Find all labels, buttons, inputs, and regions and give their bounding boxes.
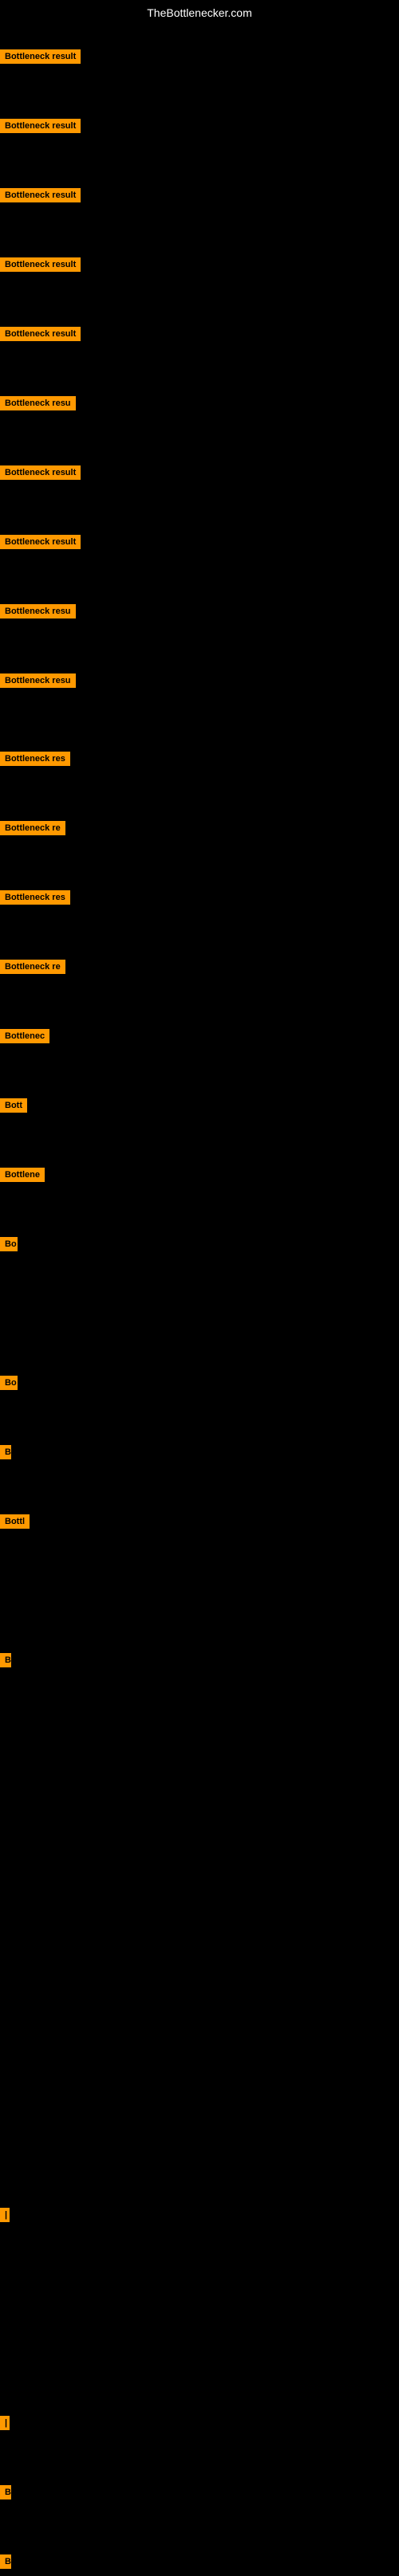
bottleneck-badge: B bbox=[0, 1653, 11, 1667]
bottleneck-badge: Bottleneck result bbox=[0, 327, 81, 341]
bottleneck-badge: Bo bbox=[0, 1376, 18, 1390]
bottleneck-badge: Bottleneck res bbox=[0, 752, 70, 766]
bottleneck-badge: Bottleneck result bbox=[0, 188, 81, 202]
bottleneck-badge: Bottleneck resu bbox=[0, 396, 76, 410]
bottleneck-badge: Bottleneck result bbox=[0, 535, 81, 549]
bottleneck-badge: Bottleneck resu bbox=[0, 604, 76, 618]
bottleneck-badge: Bottlene bbox=[0, 1168, 45, 1182]
bottleneck-badge: Bottleneck result bbox=[0, 257, 81, 272]
bottleneck-badge: Bottleneck result bbox=[0, 119, 81, 133]
bottleneck-badge: Bottleneck res bbox=[0, 890, 70, 905]
bottleneck-badge: Bottleneck result bbox=[0, 465, 81, 480]
bottleneck-badge: Bottleneck result bbox=[0, 49, 81, 64]
bottleneck-badge: Bottlenec bbox=[0, 1029, 49, 1043]
bottleneck-badge: B bbox=[0, 2554, 11, 2569]
bottleneck-badge: Bottleneck resu bbox=[0, 673, 76, 688]
bottleneck-badge-small: | bbox=[0, 2208, 10, 2222]
bottleneck-badge: Bottl bbox=[0, 1514, 30, 1529]
bottleneck-badge: B bbox=[0, 2485, 11, 2499]
bottleneck-badge: Bottleneck re bbox=[0, 960, 65, 974]
bottleneck-badge: Bo bbox=[0, 1237, 18, 1251]
bottleneck-badge: B bbox=[0, 1445, 11, 1459]
bottleneck-badge: Bottleneck re bbox=[0, 821, 65, 835]
bottleneck-badge-small: | bbox=[0, 2416, 10, 2430]
bottleneck-badge: Bott bbox=[0, 1098, 27, 1113]
site-title: TheBottlenecker.com bbox=[0, 0, 399, 26]
